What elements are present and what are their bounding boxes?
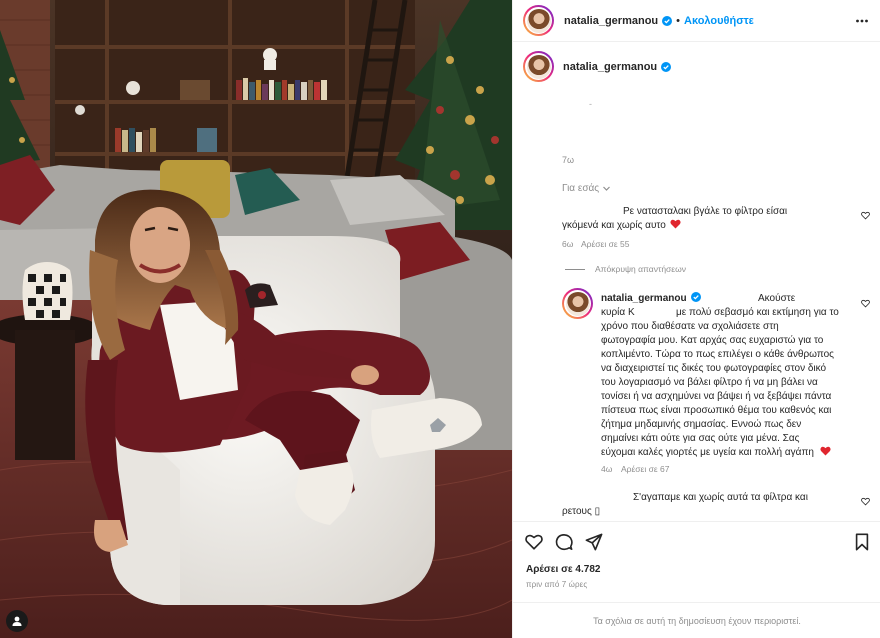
hide-replies-label: Απόκρυψη απαντήσεων	[595, 264, 686, 274]
post-photo[interactable]	[0, 0, 512, 638]
comment-likes[interactable]: Αρέσει σε 55	[581, 239, 629, 249]
caption-avatar[interactable]	[523, 51, 554, 82]
comments-limited-notice: Τα σχόλια σε αυτή τη δημοσίευση έχουν πε…	[513, 602, 880, 638]
more-icon[interactable]	[855, 14, 869, 28]
header-separator: •	[676, 14, 680, 27]
comment-text-line: ρετους ▯	[562, 505, 600, 519]
comment-time: 6ω	[562, 239, 574, 249]
reply-line: κυρία Κ	[601, 307, 635, 318]
reply-line: εύχομαι καλές γιορτές με υγεία και πολλή…	[601, 446, 831, 460]
like-reply-heart-icon[interactable]	[861, 299, 870, 308]
caption-time: 7ω	[562, 155, 575, 165]
post-actions: Αρέσει σε 4.782 πριν από 7 ώρες Τα σχόλι…	[513, 521, 880, 638]
reply-username[interactable]: natalia_germanou	[601, 293, 687, 304]
reply-line: του λογαριασμό να βάλει φίλτρο ή να μη β…	[601, 377, 818, 388]
reply-time: 4ω	[601, 464, 613, 474]
unsupported-glyph: ▯	[594, 506, 601, 517]
reply-likes[interactable]: Αρέσει σε 67	[621, 464, 669, 474]
comment-text-line: Ρε νατασταλακι βγάλε το φίλτρο είσαι	[623, 206, 788, 217]
user-tag-icon	[12, 616, 22, 626]
comment-icon[interactable]	[555, 533, 573, 551]
likes-count[interactable]: Αρέσει σε 4.782	[526, 564, 600, 575]
reply-line: φωτογραφία μου. Κατ αρχάς σας ευχαριστώ …	[601, 335, 824, 346]
follow-button[interactable]: Ακολουθήστε	[684, 15, 754, 27]
verified-badge-icon	[661, 61, 672, 72]
reply-line: κοπλιμέντο. Τώρα το πως επιλέγει ο κάθε …	[601, 349, 834, 360]
share-icon[interactable]	[585, 533, 603, 551]
red-heart-emoji-icon	[670, 219, 681, 229]
author-username[interactable]: natalia_germanou	[564, 15, 658, 27]
comment-text-segment: γκόμενά και χωρίς αυτο	[562, 220, 666, 231]
author-avatar[interactable]	[523, 5, 554, 36]
post-side-panel: natalia_germanou • Ακολουθήστε natalia_g…	[512, 0, 880, 638]
reply-line: Ακούστε	[758, 293, 796, 304]
divider	[565, 268, 585, 270]
reply-line: να διαχειριστεί τις δικές του φωτογραφίε…	[601, 363, 827, 374]
like-comment-heart-icon[interactable]	[861, 497, 870, 506]
reply-line: με πολύ σεβασμό και εκτίμηση για το	[676, 307, 839, 318]
reply-avatar[interactable]	[562, 288, 593, 319]
bookmark-icon[interactable]	[853, 533, 871, 551]
comment-text-line: Σ'αγαπαμε και χωρίς αυτά τα φίλτρα και	[633, 492, 808, 503]
reply-line: σημαίνει κάτι ούτε για σας ούτε για μένα…	[601, 433, 800, 444]
reply-line: χρόνο που διαθέσατε να σχολιάσετε στη	[601, 321, 779, 332]
hide-replies-button[interactable]: Απόκρυψη απαντήσεων	[565, 264, 686, 274]
reply-line: natalia_germanou	[601, 292, 701, 306]
verified-badge-icon	[690, 292, 701, 302]
post-header: natalia_germanou • Ακολουθήστε	[513, 0, 880, 42]
reply-line: τονίσει ή να ασχημύνει να βάψει ή να ξεβ…	[601, 391, 832, 402]
caption-text: -	[589, 99, 592, 109]
caption-username[interactable]: natalia_germanou	[563, 61, 657, 73]
red-heart-emoji-icon	[820, 446, 831, 456]
comment-text-segment: ρετους	[562, 506, 592, 517]
reply-text-segment: εύχομαι καλές γιορτές με υγεία και πολλή…	[601, 447, 814, 458]
instagram-post-view: natalia_germanou • Ακολουθήστε natalia_g…	[0, 0, 880, 638]
tagged-users-button[interactable]	[6, 610, 28, 632]
for-you-toggle[interactable]: Για εσάς	[562, 183, 611, 194]
for-you-label: Για εσάς	[562, 183, 600, 194]
reply-line: ζήτημα μηδαμινής σημασίας. Εννοώ πως δεν	[601, 419, 802, 430]
chevron-down-icon	[603, 186, 611, 191]
reply-line: πίστευα πως είναι προσωπικό θέμα του καθ…	[601, 405, 832, 416]
photo-illustration	[0, 0, 512, 638]
posted-time: πριν από 7 ώρες	[526, 580, 588, 589]
verified-badge-icon	[662, 15, 673, 26]
like-comment-heart-icon[interactable]	[861, 211, 870, 220]
caption-header: natalia_germanou	[523, 51, 672, 82]
heart-icon[interactable]	[525, 533, 543, 551]
comment-text-line: γκόμενά και χωρίς αυτο	[562, 219, 681, 233]
comments-scroll[interactable]: natalia_germanou - 7ω Για εσάς Ρε ναταστ…	[513, 43, 880, 521]
